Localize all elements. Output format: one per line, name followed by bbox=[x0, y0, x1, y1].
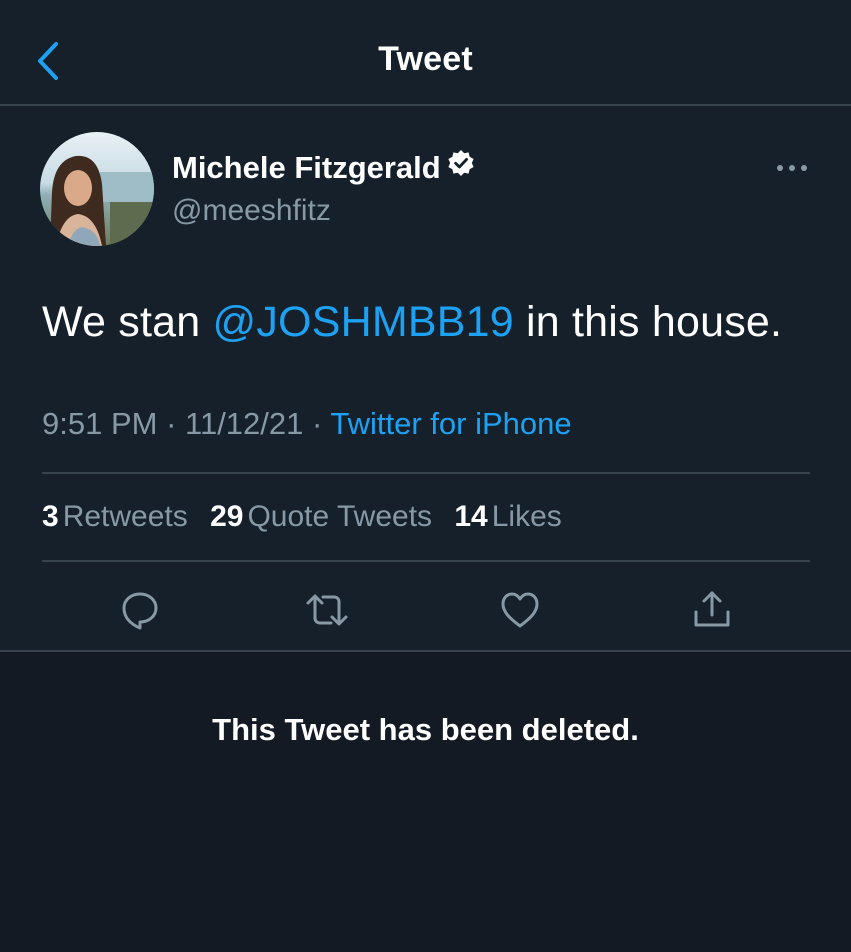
likes-stat[interactable]: 14 Likes bbox=[454, 500, 561, 534]
more-options-button[interactable] bbox=[774, 158, 810, 178]
author-name-text: Michele Fitzgerald bbox=[172, 150, 441, 185]
tweet-text-before: We stan bbox=[42, 298, 213, 346]
likes-label: Likes bbox=[491, 500, 562, 533]
meta-separator: · bbox=[303, 406, 331, 441]
reply-icon bbox=[122, 592, 158, 630]
reply-button[interactable] bbox=[118, 588, 162, 632]
meta-separator: · bbox=[157, 406, 186, 441]
more-dots-icon bbox=[777, 165, 807, 171]
tweet-text: We stan @JOSHMBB19 in this house. bbox=[42, 298, 782, 347]
likes-count: 14 bbox=[454, 500, 488, 533]
avatar[interactable] bbox=[40, 132, 154, 246]
top-bar: Tweet bbox=[0, 0, 851, 106]
share-icon bbox=[694, 591, 730, 627]
like-button[interactable] bbox=[498, 588, 542, 632]
divider bbox=[42, 560, 810, 562]
author-name[interactable]: Michele Fitzgerald bbox=[172, 149, 475, 186]
retweets-label: Retweets bbox=[62, 500, 188, 533]
tweet-date: 11/12/21 bbox=[185, 406, 304, 441]
quote-tweets-label: Quote Tweets bbox=[247, 500, 433, 533]
tweet-stats: 3 Retweets 29 Quote Tweets 14 Likes bbox=[42, 500, 576, 534]
deleted-tweet-text: This Tweet has been deleted. bbox=[212, 712, 639, 747]
retweet-icon bbox=[306, 594, 348, 626]
divider bbox=[42, 472, 810, 474]
verified-badge-icon bbox=[447, 149, 475, 185]
mention-link[interactable]: @JOSHMBB19 bbox=[213, 298, 514, 346]
quote-tweets-stat[interactable]: 29 Quote Tweets bbox=[210, 500, 432, 534]
tweet-meta: 9:51 PM · 11/12/21 · Twitter for iPhone bbox=[42, 406, 572, 442]
tweet-time: 9:51 PM bbox=[42, 406, 158, 441]
quote-tweets-count: 29 bbox=[210, 500, 244, 533]
like-icon bbox=[501, 592, 539, 628]
share-button[interactable] bbox=[690, 588, 734, 632]
tweet-source-link[interactable]: Twitter for iPhone bbox=[330, 406, 571, 441]
retweets-stat[interactable]: 3 Retweets bbox=[42, 500, 188, 534]
tweet-detail: Michele Fitzgerald @meeshfitz We stan @J… bbox=[0, 106, 851, 652]
retweet-button[interactable] bbox=[305, 588, 349, 632]
tweet-text-after: in this house. bbox=[513, 298, 783, 346]
author-handle[interactable]: @meeshfitz bbox=[172, 194, 331, 228]
page-title: Tweet bbox=[378, 40, 473, 78]
retweets-count: 3 bbox=[42, 500, 59, 533]
deleted-tweet-notice: This Tweet has been deleted. bbox=[0, 652, 851, 952]
